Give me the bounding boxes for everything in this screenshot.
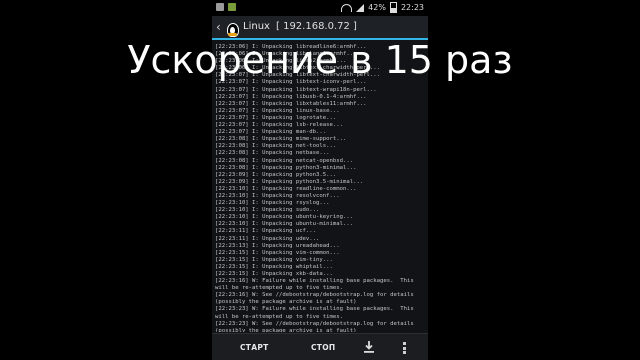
app-title: Linux — [243, 21, 270, 32]
terminal-line: [22:23:07] I: Unpacking libtext-wrapi18n… — [215, 86, 377, 93]
terminal-line: [22:23:09] I: Unpacking python3.5... — [215, 171, 337, 178]
terminal-line: [22:23:23] W: Failure while installing b… — [215, 306, 414, 313]
terminal-line: [22:23:07] I: Unpacking logrotate... — [215, 114, 337, 121]
terminal-line: [22:23:15] I: Unpacking vim-common... — [215, 249, 340, 256]
terminal-line: [22:23:10] I: Unpacking ubuntu-minimal..… — [215, 221, 354, 228]
terminal-line: [22:23:08] I: Unpacking netbase... — [215, 150, 330, 157]
terminal-line: [22:23:07] I: Unpacking lsb-release... — [215, 122, 343, 129]
video-caption: Ускорение в 15 раз — [127, 38, 513, 82]
signal-icon — [356, 3, 365, 12]
battery-percent: 42% — [368, 3, 386, 12]
terminal-log[interactable]: [22:23:06] I: Unpacking libreadline6:arm… — [215, 44, 427, 332]
back-chevron-icon[interactable]: ‹ — [216, 20, 221, 34]
start-button[interactable]: СТАРТ — [240, 343, 269, 352]
overflow-menu-icon[interactable] — [403, 342, 407, 354]
terminal-line: [22:23:08] I: Unpacking net-tools... — [215, 143, 337, 150]
download-icon[interactable] — [362, 340, 376, 354]
terminal-line: [22:23:10] I: Unpacking rsyslog... — [215, 200, 330, 207]
terminal-line: [22:23:15] I: Unpacking xkb-data... — [215, 271, 333, 277]
terminal-line: [22:23:16] W: See //debootstrap/debootst… — [215, 292, 414, 299]
terminal-line: (possibly the package archive is at faul… — [215, 327, 357, 332]
terminal-line: [22:23:11] I: Unpacking udev... — [215, 235, 320, 242]
tux-logo-icon[interactable] — [225, 20, 239, 37]
terminal-line: [22:23:10] I: Unpacking ubuntu-keyring..… — [215, 214, 354, 221]
terminal-line: will be re-attempted up to five times. — [215, 313, 343, 320]
terminal-line: [22:23:08] I: Unpacking python3-minimal.… — [215, 164, 357, 171]
wifi-icon — [341, 3, 353, 12]
stop-button[interactable]: СТОП — [311, 343, 335, 352]
battery-icon — [389, 2, 397, 13]
terminal-line: [22:23:07] I: Unpacking libxtables11:arm… — [215, 100, 367, 107]
terminal-line: (possibly the package archive is at faul… — [215, 299, 357, 306]
bottom-toolbar: СТАРТ СТОП — [212, 333, 428, 360]
terminal-line: [22:23:10] I: Unpacking readline-common.… — [215, 185, 357, 192]
terminal-line: [22:23:07] I: Unpacking libusb-0.1-4:arm… — [215, 93, 367, 100]
status-time: 22:23 — [400, 3, 424, 12]
usb-icon — [216, 3, 224, 11]
terminal-line: will be re-attempted up to five times. — [215, 285, 343, 292]
android-debug-icon — [228, 3, 236, 11]
terminal-line: [22:23:08] I: Unpacking netcat-openbsd..… — [215, 157, 354, 164]
connection-ip: [ 192.168.0.72 ] — [276, 21, 357, 32]
action-bar: ‹ Linux [ 192.168.0.72 ] — [212, 16, 428, 40]
terminal-line: [22:23:23] W: See //debootstrap/debootst… — [215, 320, 414, 327]
terminal-line: [22:23:15] I: Unpacking whiptail... — [215, 263, 333, 270]
terminal-line: [22:23:09] I: Unpacking python3.5-minima… — [215, 178, 364, 185]
terminal-line: [22:23:15] I: Unpacking vim-tiny... — [215, 256, 333, 263]
terminal-line: [22:23:10] I: Unpacking sudo... — [215, 207, 320, 214]
terminal-line: [22:23:13] I: Unpacking ureadahead... — [215, 242, 340, 249]
terminal-line: [22:23:08] I: Unpacking mime-support... — [215, 136, 347, 143]
terminal-line: [22:23:11] I: Unpacking ucf... — [215, 228, 317, 235]
status-bar: 42% 22:23 — [212, 0, 428, 16]
terminal-line: [22:23:10] I: Unpacking resolvconf... — [215, 192, 340, 199]
terminal-line: [22:23:07] I: Unpacking linux-base... — [215, 107, 340, 114]
terminal-line: [22:23:16] W: Failure while installing b… — [215, 278, 414, 285]
terminal-line: [22:23:07] I: Unpacking man-db... — [215, 129, 327, 136]
